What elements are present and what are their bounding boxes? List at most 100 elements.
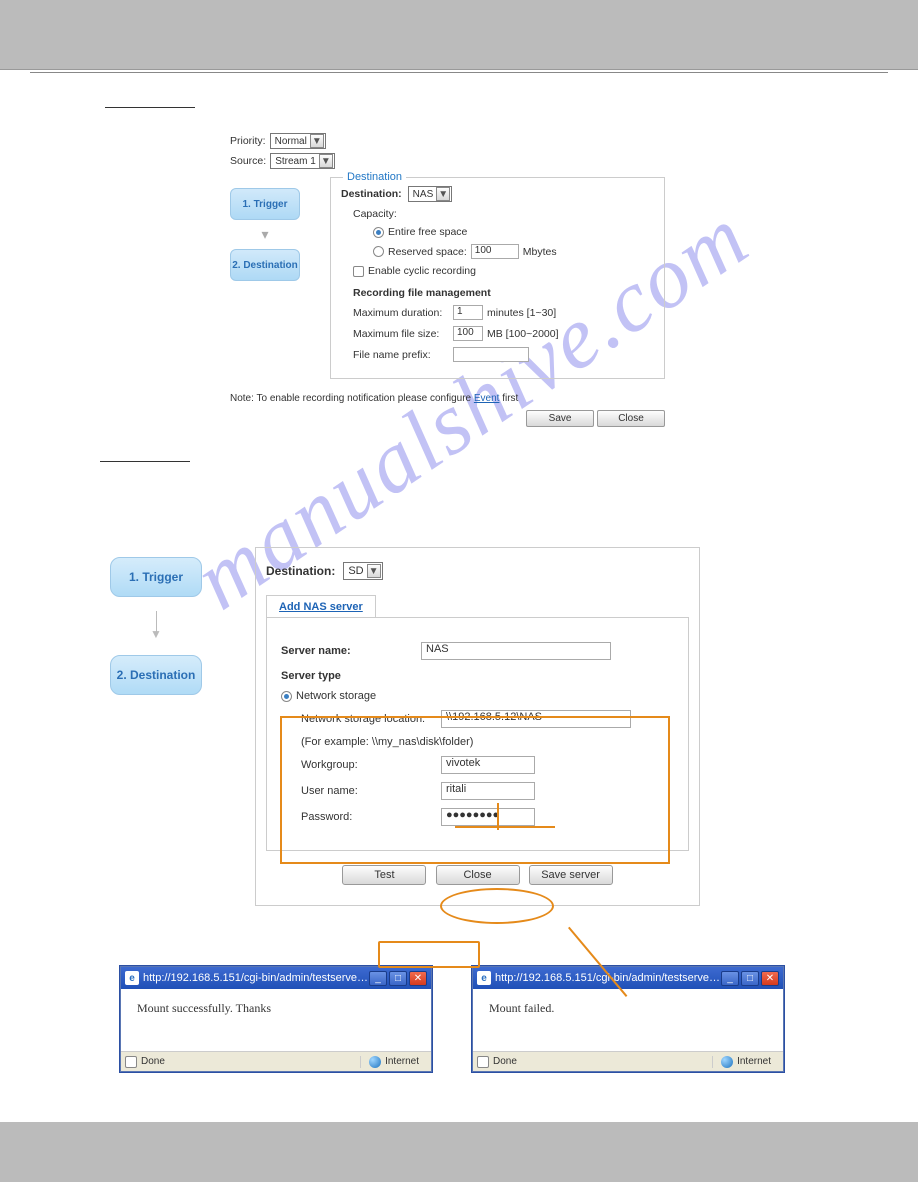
save-button[interactable]: Save [526,410,594,427]
step-trigger[interactable]: 1. Trigger [110,557,202,597]
arrow-down-icon: ▼ [110,627,202,641]
globe-icon [721,1056,733,1068]
destination-select[interactable]: NAS ▼ [408,186,453,202]
priority-value: Normal [272,136,310,147]
status-bar: Done Internet [121,1051,431,1071]
step-destination[interactable]: 2. Destination [110,655,202,695]
rfm-heading: Recording file management [353,287,654,299]
close-button[interactable]: Close [597,410,665,427]
add-nas-link[interactable]: Add NAS server [279,601,363,613]
success-popup: http://192.168.5.151/cgi-bin/admin/tests… [120,966,432,1072]
close-button[interactable]: Close [436,865,520,885]
reserved-unit: Mbytes [523,246,557,258]
event-link[interactable]: Event [474,393,500,404]
test-button[interactable]: Test [342,865,426,885]
network-storage-label: Network storage [296,690,376,702]
status-done: Done [493,1056,517,1067]
server-name-input[interactable]: NAS [421,642,611,660]
cyclic-label: Enable cyclic recording [368,265,476,277]
network-storage-radio[interactable] [281,691,292,702]
destination-select[interactable]: SD ▼ [343,562,382,580]
note-text: Note: To enable recording notification p… [230,393,888,404]
entire-free-radio[interactable] [373,227,384,238]
window-titlebar: http://192.168.5.151/cgi-bin/admin/tests… [121,967,431,989]
capacity-label: Capacity: [353,208,654,220]
reserved-label: Reserved space: [388,246,467,258]
status-bar: Done Internet [473,1051,783,1071]
server-type-heading: Server type [281,670,674,682]
source-value: Stream 1 [272,156,319,167]
ie-icon [125,971,139,985]
chevron-down-icon: ▼ [436,187,450,201]
window-titlebar: http://192.168.5.151/cgi-bin/admin/tests… [473,967,783,989]
tab-body: Server name: NAS Server type Network sto… [266,617,689,851]
minimize-button[interactable]: _ [369,971,387,986]
step-trigger[interactable]: 1. Trigger [230,188,300,220]
destination-label: Destination: [266,564,335,578]
save-server-button[interactable]: Save server [529,865,613,885]
reserved-input[interactable]: 100 [471,244,519,259]
wizard-steps: 1. Trigger ▾ 2. Destination [230,188,300,281]
source-select[interactable]: Stream 1 ▼ [270,153,335,169]
source-label: Source: [230,155,266,167]
server-name-label: Server name: [281,645,421,657]
section-divider [105,98,195,108]
username-label: User name: [301,785,441,797]
username-input[interactable]: ritali [441,782,535,800]
workgroup-label: Workgroup: [301,759,441,771]
destination-label: Destination: [341,188,402,200]
filename-prefix-input[interactable] [453,347,529,362]
password-label: Password: [301,811,441,823]
step-destination[interactable]: 2. Destination [230,249,300,281]
nsl-example: (For example: \\my_nas\disk\folder) [301,736,674,748]
close-button[interactable]: ✕ [761,971,779,986]
result-popups: http://192.168.5.151/cgi-bin/admin/tests… [120,966,798,1072]
maximize-button[interactable]: □ [389,971,407,986]
section-divider [100,452,190,462]
max-filesize-unit: MB [100~2000] [487,328,559,340]
filename-prefix-label: File name prefix: [353,349,453,361]
chevron-down-icon: ▼ [319,154,333,168]
nas-server-panel: 1. Trigger ▼ 2. Destination Destination:… [110,547,888,906]
footer-bar [0,1122,918,1182]
popup-body: Mount successfully. Thanks [121,989,431,1051]
header-bar [0,0,918,70]
divider [30,72,888,73]
priority-select[interactable]: Normal ▼ [270,133,326,149]
close-button[interactable]: ✕ [409,971,427,986]
add-nas-tab[interactable]: Add NAS server [266,595,376,618]
maximize-button[interactable]: □ [741,971,759,986]
document-icon [125,1056,137,1068]
cyclic-checkbox[interactable] [353,266,364,277]
status-internet: Internet [737,1056,771,1067]
max-duration-input[interactable]: 1 [453,305,483,320]
popup-body: Mount failed. [473,989,783,1051]
nsl-input[interactable]: \\192.168.5.12\NAS [441,710,631,728]
password-input[interactable]: ●●●●●●●● [441,808,535,826]
max-duration-label: Maximum duration: [353,307,453,319]
window-title: http://192.168.5.151/cgi-bin/admin/tests… [143,972,369,984]
document-icon [477,1056,489,1068]
status-done: Done [141,1056,165,1067]
priority-label: Priority: [230,135,266,147]
chevron-down-icon: ▼ [367,564,381,578]
fieldset-legend: Destination [343,171,406,183]
nsl-label: Network storage location: [301,713,441,725]
entire-free-label: Entire free space [388,226,467,238]
fail-popup: http://192.168.5.151/cgi-bin/admin/tests… [472,966,784,1072]
max-duration-unit: minutes [1~30] [487,307,556,319]
main-panel: Destination: SD ▼ Add NAS server Server … [255,547,700,906]
wizard-steps: 1. Trigger ▼ 2. Destination [110,557,202,695]
arrow-down-icon: ▾ [230,220,300,249]
globe-icon [369,1056,381,1068]
max-filesize-input[interactable]: 100 [453,326,483,341]
reserved-radio[interactable] [373,246,384,257]
destination-fieldset: Destination Destination: NAS ▼ Capacity:… [330,177,665,379]
annotation-underline [455,826,555,828]
destination-value: NAS [410,189,437,200]
workgroup-input[interactable]: vivotek [441,756,535,774]
status-internet: Internet [385,1056,419,1067]
destination-value: SD [345,565,366,577]
minimize-button[interactable]: _ [721,971,739,986]
ie-icon [477,971,491,985]
